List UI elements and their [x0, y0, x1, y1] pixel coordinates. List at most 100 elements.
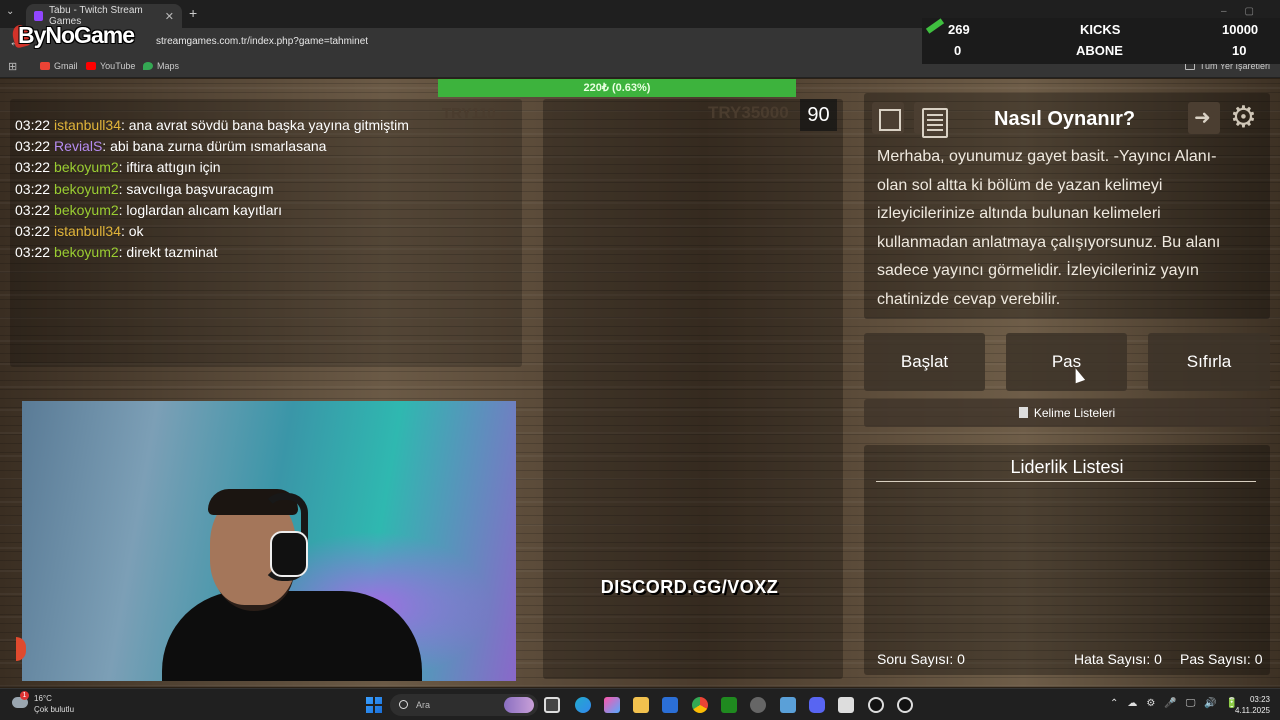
apps-grid-icon[interactable]: ⊞ — [8, 60, 17, 73]
chat-time: 03:22 — [15, 117, 51, 133]
chat-username[interactable]: bekoyum2 — [54, 159, 119, 175]
weather-temp: 16°C — [34, 694, 52, 703]
close-tab-icon[interactable]: ✕ — [165, 10, 174, 23]
search-highlight-icon — [504, 697, 534, 713]
chat-username[interactable]: istanbull34 — [54, 223, 121, 239]
stat-sub-count: 0 — [954, 43, 962, 58]
chat-time: 03:22 — [15, 180, 51, 197]
obs-icon[interactable] — [868, 697, 884, 713]
divider — [876, 481, 1256, 482]
chat-time: 03:22 — [15, 159, 51, 176]
stat-kicks-goal: 10000 — [1222, 22, 1259, 37]
taskbar-search[interactable]: Ara — [390, 694, 538, 716]
stream-stats-overlay: 269 KICKS 10000 0 ABONE 10 — [922, 18, 1280, 64]
chat-text: ok — [128, 223, 144, 239]
gear-icon[interactable] — [1228, 100, 1260, 135]
chat-separator: : — [120, 117, 129, 133]
bookmark-gmail[interactable]: Gmail — [40, 61, 78, 71]
stat-kicks-label: KICKS — [1080, 22, 1121, 37]
chat-message: 03:22 bekoyum2: savcılıga başvuracagım — [15, 181, 274, 197]
chat-text: abi bana zurna dürüm ısmarlasana — [110, 138, 327, 155]
chat-username[interactable]: bekoyum2 — [54, 244, 119, 260]
donation-goal-bar: 220₺ (0.63%) — [438, 79, 796, 97]
chat-message: 03:22 RevialS: abi bana zurna dürüm ısmar… — [15, 138, 326, 154]
brand-logo: ByNoGame — [18, 22, 135, 48]
game-page: 220₺ (0.63%) 03:22 istanbull34: ana avrat… — [0, 79, 1280, 687]
try-right-label: TRY35000 — [708, 103, 789, 122]
app-icon[interactable] — [897, 697, 913, 713]
store-icon[interactable] — [662, 697, 678, 713]
discord-banner: DISCORD.GG/VOXZ — [600, 577, 779, 597]
pass-count: Pas Sayısı: 0 — [1180, 651, 1263, 667]
file-explorer-icon[interactable] — [633, 697, 649, 713]
question-count: Soru Sayısı: 0 — [877, 651, 965, 667]
copilot-icon[interactable] — [604, 697, 620, 713]
discord-icon[interactable] — [809, 697, 825, 713]
taskbar: 1 16°C Çok bulutlu Ara ⌃☁⚙🎤🖵🔊🔋 03:23 4.11… — [0, 688, 1280, 720]
system-tray[interactable]: ⌃☁⚙🎤🖵🔊🔋 — [1110, 698, 1247, 709]
notification-badge: 1 — [20, 691, 29, 700]
word-lists-button[interactable]: Kelime Listeleri — [864, 399, 1270, 427]
chat-message: 03:22 istanbull34: ok — [15, 223, 144, 239]
how-to-play-title: Nasıl Oynanır? — [994, 108, 1136, 130]
chat-separator: : — [102, 138, 111, 155]
chat-message: 03:22 bekoyum2: iftira attıgın için — [15, 159, 221, 175]
twitch-favicon-icon — [34, 11, 43, 21]
chat-text: iftira attıgın için — [126, 159, 221, 176]
stat-sub-goal: 10 — [1232, 43, 1247, 58]
leaderboard-panel: Liderlik Listesi Soru Sayısı: 0 Hata Say… — [864, 445, 1270, 675]
webcam-feed — [22, 401, 516, 681]
stat-kicks-count: 269 — [948, 22, 970, 37]
exit-icon[interactable] — [1188, 102, 1220, 134]
fullscreen-icon[interactable] — [872, 102, 904, 134]
start-button[interactable]: Başlat — [864, 333, 985, 391]
chat-username[interactable]: bekoyum2 — [54, 181, 119, 197]
new-tab-icon[interactable]: + — [189, 5, 197, 21]
chat-text: direkt tazminat — [126, 244, 218, 261]
window-controls[interactable]: –▢ — [1221, 6, 1272, 17]
settings-icon[interactable] — [750, 697, 766, 713]
round-timer: 90 — [800, 99, 837, 131]
how-to-play-text: Merhaba, oyunumuz gayet basit. -Yayıncı … — [877, 148, 1221, 308]
youtube-icon — [86, 62, 96, 70]
chat-time: 03:22 — [15, 201, 51, 218]
mail-icon[interactable] — [838, 697, 854, 713]
chat-time: 03:22 — [15, 244, 51, 261]
search-icon — [399, 700, 408, 709]
chat-text: loglardan alıcam kayıtları — [126, 201, 283, 218]
chat-text: ana avrat sövdü bana başka yayına gitmiş… — [128, 117, 409, 133]
tab-search-icon[interactable]: ⌄ — [6, 6, 14, 17]
url-field[interactable]: streamgames.com.tr/index.php?game=tahmin… — [156, 36, 368, 47]
chat-message: 03:22 bekoyum2: direkt tazminat — [15, 244, 217, 260]
task-view-icon[interactable] — [544, 697, 560, 713]
reset-button[interactable]: Sıfırla — [1148, 333, 1270, 391]
chat-time: 03:22 — [15, 223, 51, 239]
notes-icon[interactable] — [914, 102, 948, 138]
gmail-icon — [40, 62, 50, 70]
chat-username[interactable]: istanbull34 — [54, 117, 121, 133]
error-count: Hata Sayısı: 0 — [1074, 651, 1162, 667]
maps-pin-icon — [143, 62, 153, 70]
try-left-label: TRY110 — [442, 105, 496, 122]
chat-username[interactable]: RevialS — [54, 138, 102, 154]
windows-start-icon[interactable] — [366, 697, 382, 713]
bookmark-maps[interactable]: Maps — [143, 61, 179, 71]
chrome-icon[interactable] — [692, 697, 708, 713]
bookmark-youtube[interactable]: YouTube — [86, 61, 135, 71]
chat-separator: : — [120, 223, 129, 239]
clipboard-icon — [1018, 407, 1028, 418]
weather-desc: Çok bulutlu — [34, 705, 75, 714]
stat-bar-icon — [925, 18, 945, 34]
chat-message: 03:22 bekoyum2: loglardan alıcam kayıtlar… — [15, 202, 282, 218]
chat-message: 03:22 istanbull34: ana avrat sövdü bana b… — [15, 117, 409, 133]
terminal-icon[interactable] — [721, 697, 737, 713]
pass-button[interactable]: Pas — [1006, 333, 1127, 391]
stat-sub-label: ABONE — [1076, 43, 1123, 58]
leaderboard-title: Liderlik Listesi — [1010, 457, 1124, 477]
chat-text: savcılıga başvuracagım — [126, 180, 274, 197]
chat-time: 03:22 — [15, 138, 51, 155]
system-clock[interactable]: 03:23 4.11.2025 — [1235, 694, 1270, 716]
network-app-icon[interactable] — [780, 697, 796, 713]
chat-username[interactable]: bekoyum2 — [54, 202, 119, 218]
edge-icon[interactable] — [575, 697, 591, 713]
